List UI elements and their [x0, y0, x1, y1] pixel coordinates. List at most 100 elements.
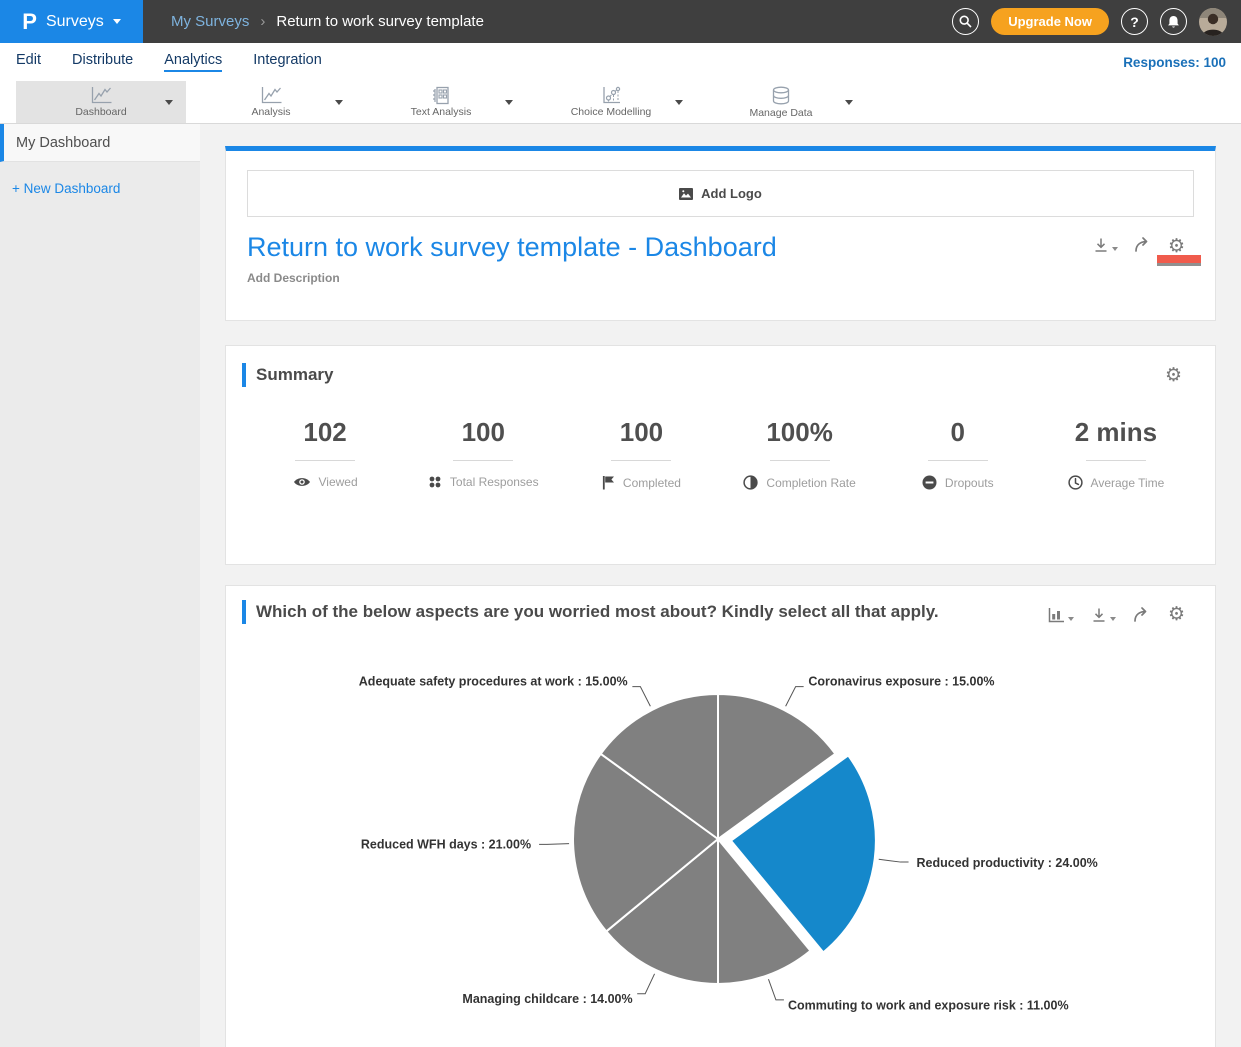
nav-tab-integration[interactable]: Integration — [253, 52, 322, 72]
settings-highlight-marker — [1157, 255, 1201, 263]
toolbar-label: Manage Data — [749, 107, 812, 119]
product-switcher[interactable]: P Surveys — [0, 0, 143, 43]
toolbar-choice-modelling[interactable]: Choice Modelling — [526, 81, 696, 123]
toolbar-label: Text Analysis — [411, 106, 472, 118]
stat-label: Completed — [602, 475, 681, 490]
summary-title: Summary — [256, 365, 333, 385]
avatar[interactable] — [1199, 8, 1227, 36]
half-circle-icon — [743, 475, 758, 490]
flag-icon — [602, 475, 615, 490]
nav-tab-analytics[interactable]: Analytics — [164, 52, 222, 72]
stat-label: Dropouts — [922, 475, 994, 490]
pie-callout-line — [786, 687, 804, 707]
stat-value: 0 — [951, 417, 965, 448]
upgrade-now-button[interactable]: Upgrade Now — [991, 8, 1109, 35]
pie-label-adequate-safety-procedures-at-work: Adequate safety procedures at work : 15.… — [359, 674, 628, 688]
pie-label-reduced-wfh-days: Reduced WFH days : 21.00% — [361, 838, 531, 852]
help-button[interactable]: ? — [1121, 8, 1148, 35]
chevron-down-icon[interactable] — [505, 100, 513, 105]
dashboard-actions: ⚙ — [1093, 237, 1185, 256]
breadcrumb-my-surveys[interactable]: My Surveys — [171, 13, 249, 30]
new-dashboard-button[interactable]: + New Dashboard — [12, 181, 200, 196]
pie-label-commuting-to-work-and-exposure-risk: Commuting to work and exposure risk : 11… — [788, 999, 1069, 1013]
image-icon — [679, 188, 693, 200]
product-switcher-label: Surveys — [46, 13, 104, 31]
pie-callout-line — [637, 974, 654, 994]
eye-icon — [293, 476, 311, 488]
stat-label: Total Responses — [428, 475, 539, 489]
toolbar-label: Analysis — [251, 106, 290, 118]
share-icon[interactable] — [1134, 237, 1152, 252]
line-chart-icon — [260, 86, 283, 105]
stat-average-time: 2 minsAverage Time — [1037, 417, 1195, 490]
toolbar-text-analysis[interactable]: Text Analysis — [356, 81, 526, 123]
notifications-button[interactable] — [1160, 8, 1187, 35]
chevron-down-icon[interactable] — [335, 100, 343, 105]
download-dashboard-button[interactable] — [1093, 237, 1118, 253]
responses-dots-icon — [428, 475, 442, 489]
sidebar-item-my-dashboard[interactable]: My Dashboard — [0, 124, 200, 162]
summary-settings-icon[interactable]: ⚙ — [1165, 366, 1182, 385]
line-chart-icon — [90, 86, 113, 105]
analytics-toolbar: Dashboard Analysis Text Analysis Choice Mod… — [0, 81, 1241, 124]
stat-total-responses: 100 Total Responses — [404, 417, 562, 490]
text-analysis-icon — [431, 86, 451, 105]
stat-divider — [295, 460, 355, 461]
chevron-down-icon[interactable] — [1112, 247, 1118, 251]
help-label: ? — [1130, 14, 1139, 30]
summary-stats: 102Viewed 100 Total Responses 100 Completed 1… — [242, 417, 1199, 490]
summary-card: Summary ⚙ 102Viewed100Total Responses100… — [225, 345, 1216, 565]
toolbar-dashboard[interactable]: Dashboard — [16, 81, 186, 123]
nav-tab-edit[interactable]: Edit — [16, 52, 41, 72]
pie-label-reduced-productivity: Reduced productivity : 24.00% — [917, 856, 1098, 870]
questionpro-logo-icon: P — [22, 11, 37, 33]
minus-circle-icon — [922, 475, 937, 490]
breadcrumb-separator-icon: › — [260, 13, 265, 30]
chevron-down-icon[interactable] — [845, 100, 853, 105]
responses-count: Responses: 100 — [1123, 55, 1241, 70]
stat-divider — [770, 460, 830, 461]
nav-tab-distribute[interactable]: Distribute — [72, 52, 133, 72]
stat-viewed: 102Viewed — [246, 417, 404, 490]
choice-modelling-icon — [601, 86, 622, 105]
database-icon — [770, 86, 792, 106]
pie-callout-line — [539, 844, 569, 845]
add-description-button[interactable]: Add Description — [247, 271, 1194, 285]
stat-value: 100% — [766, 417, 833, 448]
search-icon — [959, 15, 972, 28]
chevron-down-icon — [113, 19, 121, 24]
add-logo-button[interactable]: Add Logo — [247, 170, 1194, 217]
stat-label: Completion Rate — [743, 475, 855, 490]
stat-divider — [1086, 460, 1146, 461]
dashboard-settings-icon[interactable]: ⚙ — [1168, 237, 1185, 256]
toolbar-analysis[interactable]: Analysis — [186, 81, 356, 123]
stat-label: Average Time — [1068, 475, 1165, 490]
survey-nav: Edit Distribute Analytics Integration Respo… — [0, 43, 1241, 81]
download-icon — [1093, 237, 1109, 253]
toolbar-manage-data[interactable]: Manage Data — [696, 81, 866, 123]
pie-callout-line — [879, 859, 909, 862]
pie-chart: Coronavirus exposure : 15.00% Reduced pro… — [226, 586, 1217, 1047]
stat-dropouts: 0 Dropouts — [879, 417, 1037, 490]
chevron-down-icon[interactable] — [675, 100, 683, 105]
pie-label-managing-childcare: Managing childcare : 14.00% — [462, 992, 632, 1006]
top-bar: P Surveys My Surveys › Return to work su… — [0, 0, 1241, 43]
clock-icon — [1068, 475, 1083, 490]
search-button[interactable] — [952, 8, 979, 35]
chevron-down-icon[interactable] — [165, 100, 173, 105]
avatar-photo — [1199, 8, 1227, 36]
accent-bar — [242, 363, 246, 387]
dashboard-header-card: Add Logo Return to work survey template … — [225, 146, 1216, 321]
breadcrumb-current: Return to work survey template — [276, 13, 484, 30]
stat-completion-rate: 100% Completion Rate — [721, 417, 879, 490]
stat-value: 100 — [620, 417, 663, 448]
pie-label-coronavirus-exposure: Coronavirus exposure : 15.00% — [808, 674, 994, 688]
add-logo-label: Add Logo — [701, 186, 762, 201]
stat-value: 100 — [462, 417, 505, 448]
breadcrumb: My Surveys › Return to work survey templ… — [171, 13, 484, 30]
sidebar-item-label: My Dashboard — [16, 135, 110, 151]
pie-callout-line — [768, 979, 783, 1000]
topbar-actions: Upgrade Now ? — [952, 8, 1241, 36]
dashboard-title[interactable]: Return to work survey template - Dashboa… — [247, 232, 1194, 263]
main-content: Add Logo Return to work survey template … — [200, 124, 1241, 1047]
